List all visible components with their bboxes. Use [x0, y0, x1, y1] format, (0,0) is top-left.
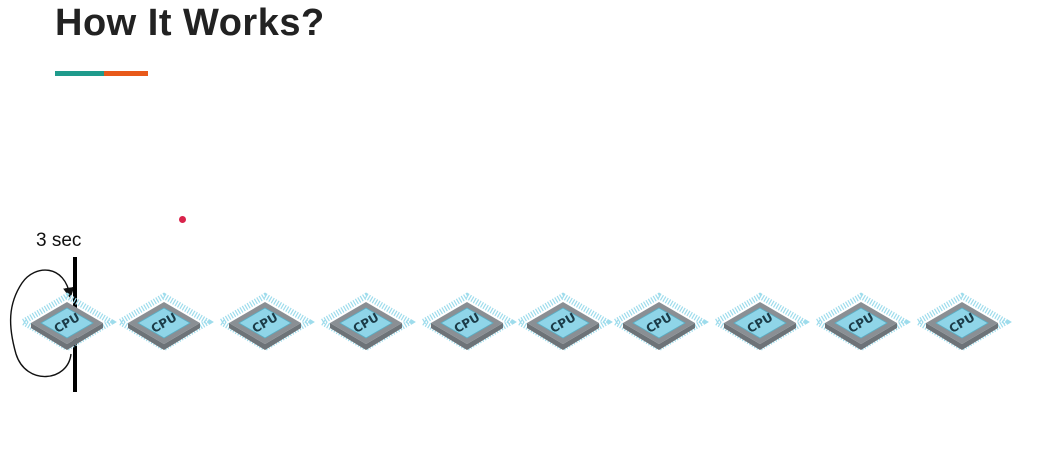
title-underline-teal	[55, 71, 104, 76]
cpu-icon: CPU	[811, 292, 911, 352]
cpu-icon: CPU	[513, 292, 613, 352]
time-label: 3 sec	[36, 230, 82, 251]
slide-title: How It Works?	[55, 2, 325, 44]
cpu-icon: CPU	[417, 292, 517, 352]
cpu-icon: CPU	[710, 292, 810, 352]
cpu-icon: CPU	[114, 292, 214, 352]
cpu-icon: CPU	[609, 292, 709, 352]
title-underline-orange	[104, 71, 148, 76]
pointer-dot	[179, 216, 186, 223]
cpu-icon: CPU	[912, 292, 1012, 352]
cpu-icon: CPU	[17, 292, 117, 352]
cpu-icon: CPU	[215, 292, 315, 352]
cpu-icon: CPU	[316, 292, 416, 352]
